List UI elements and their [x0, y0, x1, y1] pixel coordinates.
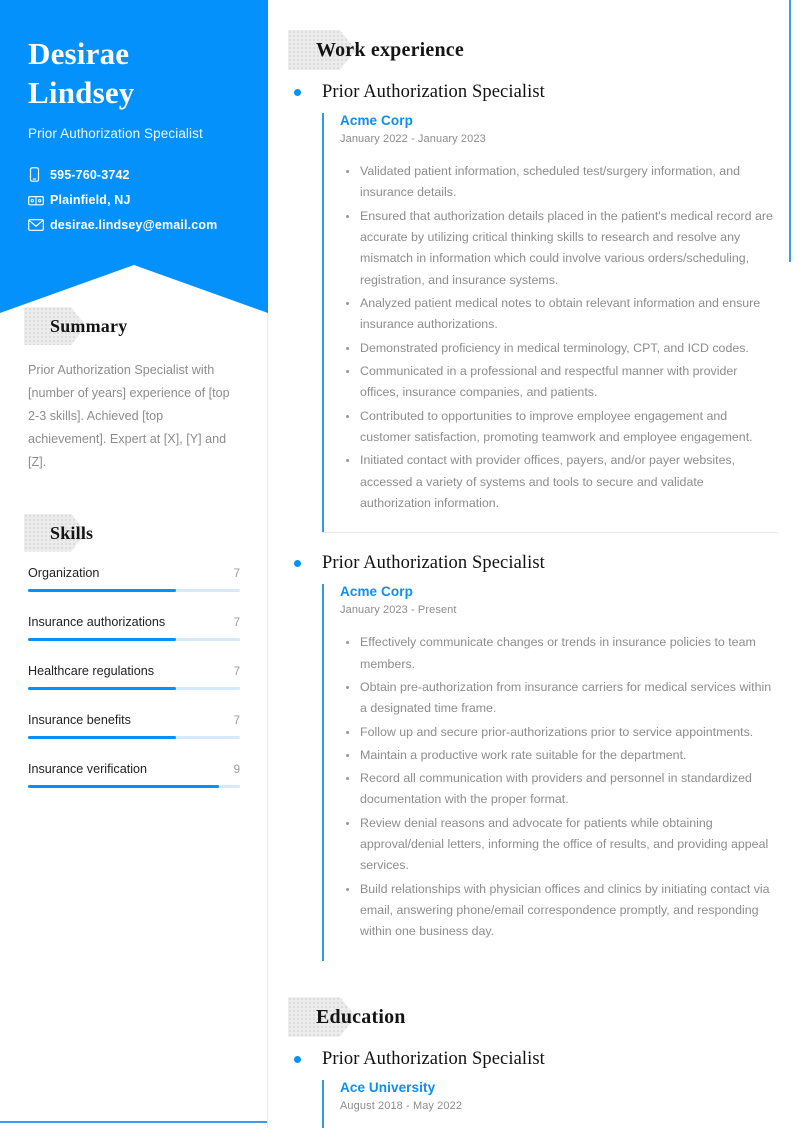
skill-label: Insurance verification: [28, 761, 148, 776]
skill-score: 7: [233, 714, 240, 727]
education-heading: Education: [288, 996, 778, 1037]
skill-bar-track: [28, 588, 240, 592]
skill-bar-fill: [28, 637, 177, 641]
timeline-dot-icon: [294, 1055, 301, 1063]
skills-heading: Skills: [24, 513, 240, 552]
phone-icon: [28, 167, 50, 182]
location-icon: [28, 194, 50, 207]
work-entry-organization[interactable]: Acme Corp: [340, 113, 778, 128]
duty-item: Effectively communicate changes or trend…: [346, 632, 778, 675]
contact-list: 595-760-3742 Plainfield, NJ desirae.lind…: [28, 167, 240, 232]
email-icon: [28, 219, 50, 231]
resume-page: Desirae Lindsey Prior Authorization Spec…: [0, 0, 800, 1128]
duty-item: Build relationships with physician offic…: [346, 879, 778, 943]
education-entry-institution[interactable]: Ace University: [340, 1080, 778, 1095]
education-entry-body: Ace University August 2018 - May 2022: [322, 1079, 778, 1128]
work-experience-section: Work experience Prior Authorization Spec…: [288, 30, 778, 961]
timeline-dot-icon: [294, 89, 301, 96]
skill-item: Insurance verification 9: [28, 762, 240, 788]
summary-heading: Summary: [24, 307, 240, 346]
contact-email-value: desirae.lindsey@email.com: [50, 218, 218, 233]
main-column: Work experience Prior Authorization Spec…: [268, 0, 800, 1128]
skill-bar-track: [28, 637, 240, 641]
skill-item: Insurance authorizations 7: [28, 615, 240, 641]
education-entry-header: Prior Authorization Specialist: [290, 1047, 778, 1072]
duty-item: Maintain a productive work rate suitable…: [346, 745, 778, 766]
work-entry-dates: January 2022 - January 2023: [340, 132, 486, 145]
duty-item: Follow up and secure prior-authorization…: [346, 722, 778, 743]
education-entry-title: Prior Authorization Specialist: [322, 1048, 545, 1069]
duty-item: Record all communication with providers …: [346, 768, 778, 811]
contact-phone-value: 595-760-3742: [50, 167, 130, 182]
summary-heading-text: Summary: [50, 316, 128, 337]
contact-location-value: Plainfield, NJ: [50, 193, 131, 208]
skill-score: 7: [233, 616, 240, 629]
skill-label: Insurance authorizations: [28, 614, 166, 629]
work-entry-header: Prior Authorization Specialist: [290, 80, 778, 105]
duty-list: Effectively communicate changes or trend…: [340, 632, 778, 943]
work-entry: Prior Authorization Specialist Acme Corp J…: [290, 80, 778, 533]
work-entry-list: Prior Authorization Specialist Acme Corp J…: [290, 80, 778, 961]
entry-divider: [322, 532, 778, 534]
skill-score: 7: [233, 665, 240, 678]
skill-label: Insurance benefits: [28, 712, 131, 727]
work-entry-body: Acme Corp January 2022 - January 2023 Vali…: [322, 112, 778, 533]
duty-item: Demonstrated proficiency in medical term…: [346, 338, 778, 359]
summary-section: Summary Prior Authorization Specialist w…: [24, 307, 240, 474]
sidebar: Desirae Lindsey Prior Authorization Spec…: [0, 0, 268, 1128]
contact-email[interactable]: desirae.lindsey@email.com: [28, 218, 240, 232]
summary-text: Prior Authorization Specialist with [num…: [28, 363, 230, 469]
skill-label: Healthcare regulations: [28, 663, 155, 678]
skill-item: Healthcare regulations 7: [28, 664, 240, 690]
education-entry-list: Prior Authorization Specialist Ace Univer…: [290, 1047, 778, 1128]
duty-item: Analyzed patient medical notes to obtain…: [346, 293, 778, 336]
skill-bar-fill: [28, 686, 177, 690]
skill-bar-fill: [28, 588, 177, 592]
duty-item: Contributed to opportunities to improve …: [346, 406, 778, 449]
contact-phone[interactable]: 595-760-3742: [28, 167, 240, 182]
duty-list: Validated patient information, scheduled…: [340, 161, 778, 514]
sidebar-body: Summary Prior Authorization Specialist w…: [0, 307, 268, 788]
work-entry-header: Prior Authorization Specialist: [290, 551, 778, 576]
contact-location[interactable]: Plainfield, NJ: [28, 193, 240, 207]
education-heading-text: Education: [316, 1005, 406, 1028]
skill-score: 7: [233, 567, 240, 580]
skill-label: Organization: [28, 565, 100, 580]
duty-item: Validated patient information, scheduled…: [346, 161, 778, 204]
timeline-dot-icon: [294, 560, 301, 568]
skill-item: Insurance benefits 7: [28, 713, 240, 739]
education-section: Education Prior Authorization Specialist…: [288, 996, 778, 1128]
header-banner: Desirae Lindsey Prior Authorization Spec…: [0, 0, 268, 314]
first-name: Desirae: [28, 36, 130, 71]
skill-bar-fill: [28, 784, 219, 788]
work-entry-dates: January 2023 - Present: [340, 604, 457, 617]
education-entry: Prior Authorization Specialist Ace Univer…: [290, 1047, 778, 1128]
duty-item: Initiated contact with provider offices,…: [346, 450, 778, 514]
skill-item: Organization 7: [28, 566, 240, 592]
work-entry-organization[interactable]: Acme Corp: [340, 584, 778, 599]
duty-item: Review denial reasons and advocate for p…: [346, 813, 778, 877]
duty-item: Ensured that authorization details place…: [346, 206, 778, 291]
last-name: Lindsey: [28, 75, 135, 111]
skills-list: Organization 7 Insurance authorizations 7 He…: [28, 566, 240, 788]
duty-item: Communicated in a professional and respe…: [346, 361, 778, 404]
education-entry-dates: August 2018 - May 2022: [340, 1099, 463, 1112]
work-experience-heading-text: Work experience: [316, 39, 464, 61]
skill-score: 9: [233, 763, 240, 776]
skills-section: Skills Organization 7 Insurance authorizat…: [24, 513, 240, 788]
candidate-name: Desirae Lindsey: [28, 34, 240, 112]
skills-heading-text: Skills: [50, 522, 94, 543]
skill-bar-track: [28, 735, 240, 739]
work-entry-body: Acme Corp January 2023 - Present Effective…: [322, 584, 778, 961]
skill-bar-track: [28, 686, 240, 690]
skill-bar-fill: [28, 735, 177, 739]
duty-item: Obtain pre-authorization from insurance …: [346, 677, 778, 720]
work-experience-heading: Work experience: [288, 30, 778, 70]
work-entry: Prior Authorization Specialist Acme Corp J…: [290, 551, 778, 961]
skill-bar-track: [28, 784, 240, 788]
candidate-job-title: Prior Authorization Specialist: [28, 126, 203, 142]
work-entry-title: Prior Authorization Specialist: [322, 82, 545, 102]
work-entry-title: Prior Authorization Specialist: [322, 553, 545, 574]
